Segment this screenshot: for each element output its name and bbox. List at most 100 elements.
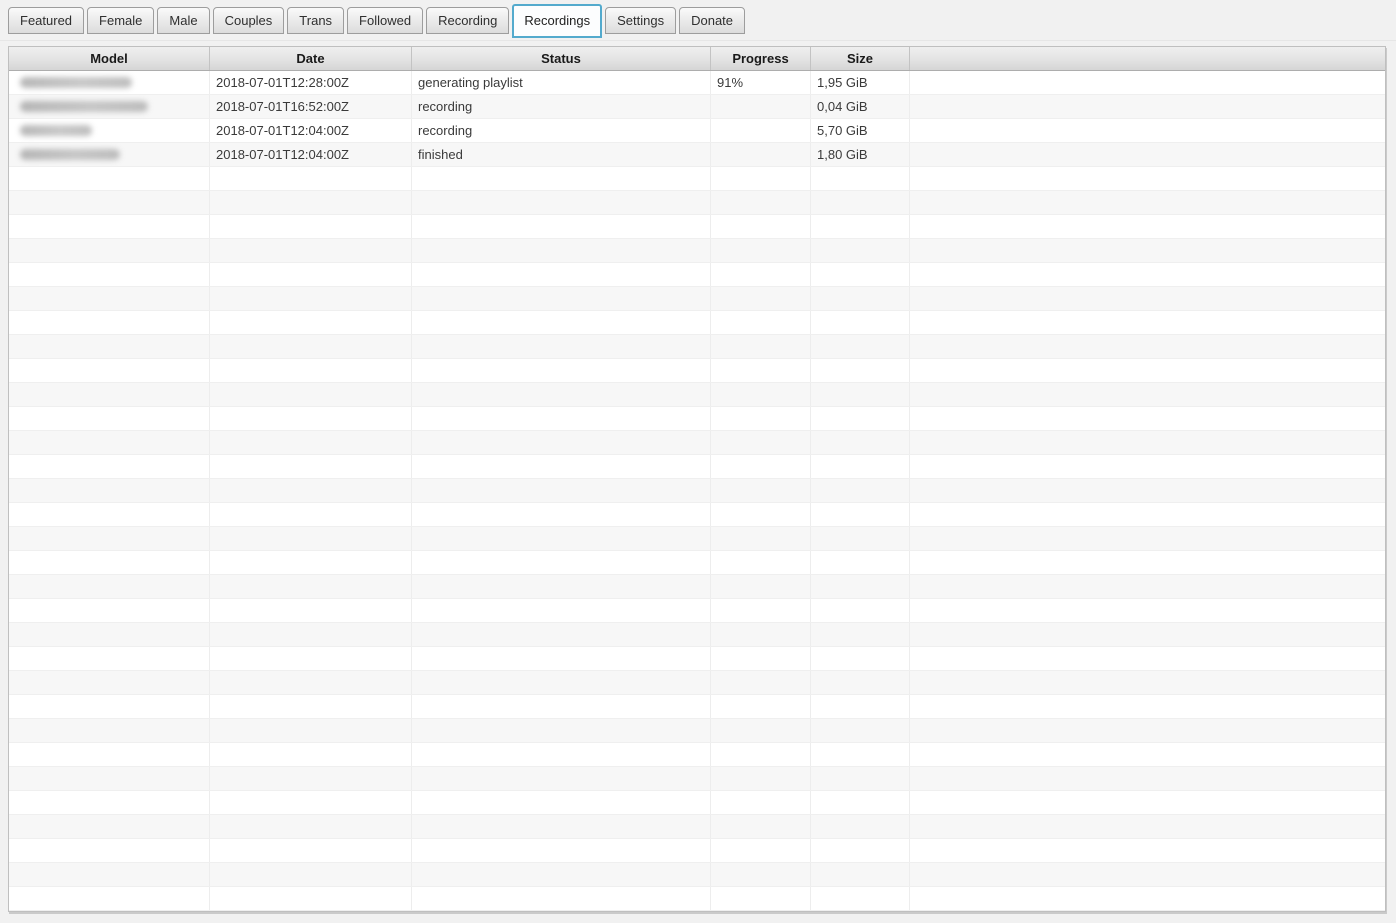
empty-cell (910, 863, 1385, 886)
empty-cell (910, 839, 1385, 862)
empty-cell (412, 383, 711, 406)
cell-filler (910, 71, 1385, 94)
empty-cell (711, 599, 811, 622)
empty-cell (412, 503, 711, 526)
empty-cell (910, 191, 1385, 214)
empty-cell (210, 287, 412, 310)
tab-couples[interactable]: Couples (213, 7, 285, 34)
cell-model (9, 95, 210, 118)
cell-status: finished (412, 143, 711, 166)
tab-featured[interactable]: Featured (8, 7, 84, 34)
empty-cell (711, 575, 811, 598)
empty-cell (711, 671, 811, 694)
empty-cell (412, 407, 711, 430)
empty-cell (711, 647, 811, 670)
empty-cell (910, 815, 1385, 838)
empty-table-row (9, 743, 1385, 767)
empty-cell (9, 647, 210, 670)
tab-recordings[interactable]: Recordings (512, 4, 602, 38)
tab-followed[interactable]: Followed (347, 7, 423, 34)
empty-cell (910, 383, 1385, 406)
empty-cell (811, 407, 910, 430)
tab-male[interactable]: Male (157, 7, 209, 34)
cell-size: 0,04 GiB (811, 95, 910, 118)
empty-cell (210, 647, 412, 670)
empty-cell (711, 767, 811, 790)
empty-cell (412, 695, 711, 718)
empty-cell (811, 647, 910, 670)
empty-cell (412, 551, 711, 574)
empty-cell (412, 863, 711, 886)
column-header-model[interactable]: Model (9, 47, 210, 70)
empty-cell (9, 623, 210, 646)
tabbar-underline (0, 40, 1396, 41)
empty-cell (9, 287, 210, 310)
empty-table-row (9, 383, 1385, 407)
table-row[interactable]: 2018-07-01T12:28:00Z generating playlist… (9, 71, 1385, 95)
empty-table-row (9, 767, 1385, 791)
empty-table-row (9, 263, 1385, 287)
redacted-model-name (20, 101, 148, 112)
empty-cell (910, 407, 1385, 430)
empty-cell (9, 527, 210, 550)
empty-table-row (9, 479, 1385, 503)
empty-cell (210, 311, 412, 334)
table-row[interactable]: 2018-07-01T16:52:00Z recording 0,04 GiB (9, 95, 1385, 119)
empty-cell (9, 743, 210, 766)
empty-cell (711, 551, 811, 574)
empty-cell (412, 599, 711, 622)
empty-cell (210, 503, 412, 526)
recordings-table: Model Date Status Progress Size 2018-07-… (8, 46, 1386, 912)
empty-cell (9, 815, 210, 838)
empty-table-row (9, 527, 1385, 551)
tab-settings[interactable]: Settings (605, 7, 676, 34)
tab-recording[interactable]: Recording (426, 7, 509, 34)
empty-cell (9, 791, 210, 814)
empty-table-row (9, 719, 1385, 743)
empty-table-row (9, 167, 1385, 191)
empty-cell (210, 575, 412, 598)
empty-cell (811, 575, 910, 598)
empty-cell (811, 551, 910, 574)
empty-cell (910, 887, 1385, 910)
empty-cell (9, 191, 210, 214)
empty-cell (811, 335, 910, 358)
column-header-status[interactable]: Status (412, 47, 711, 70)
empty-cell (811, 623, 910, 646)
cell-date: 2018-07-01T12:04:00Z (210, 143, 412, 166)
redacted-model-name (20, 149, 120, 160)
empty-cell (811, 311, 910, 334)
empty-cell (210, 431, 412, 454)
empty-cell (412, 791, 711, 814)
empty-cell (711, 287, 811, 310)
empty-cell (9, 407, 210, 430)
empty-cell (412, 335, 711, 358)
tab-female[interactable]: Female (87, 7, 154, 34)
empty-cell (711, 887, 811, 910)
table-row[interactable]: 2018-07-01T12:04:00Z recording 5,70 GiB (9, 119, 1385, 143)
column-header-size[interactable]: Size (811, 47, 910, 70)
empty-cell (811, 767, 910, 790)
empty-cell (711, 311, 811, 334)
tab-trans[interactable]: Trans (287, 7, 344, 34)
cell-size: 1,80 GiB (811, 143, 910, 166)
empty-table-row (9, 335, 1385, 359)
empty-cell (9, 383, 210, 406)
cell-date: 2018-07-01T16:52:00Z (210, 95, 412, 118)
empty-cell (412, 287, 711, 310)
empty-cell (811, 527, 910, 550)
empty-cell (811, 839, 910, 862)
tab-donate[interactable]: Donate (679, 7, 745, 34)
cell-progress (711, 143, 811, 166)
empty-cell (9, 719, 210, 742)
cell-date: 2018-07-01T12:04:00Z (210, 119, 412, 142)
cell-model (9, 71, 210, 94)
empty-cell (210, 191, 412, 214)
column-header-progress[interactable]: Progress (711, 47, 811, 70)
column-header-date[interactable]: Date (210, 47, 412, 70)
empty-cell (711, 215, 811, 238)
table-header-row: Model Date Status Progress Size (9, 47, 1385, 71)
table-row[interactable]: 2018-07-01T12:04:00Z finished 1,80 GiB (9, 143, 1385, 167)
empty-cell (412, 839, 711, 862)
empty-table-row (9, 215, 1385, 239)
